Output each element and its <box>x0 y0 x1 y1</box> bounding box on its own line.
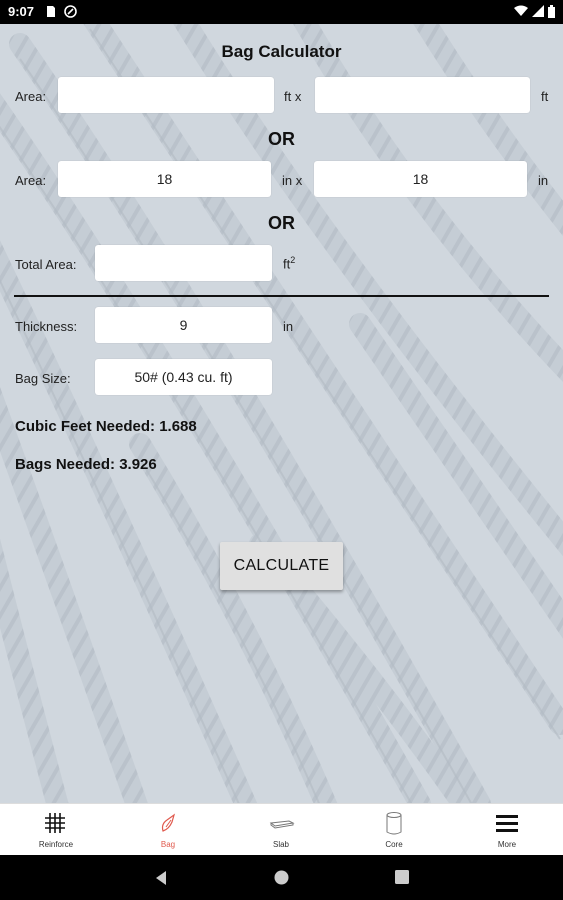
menu-icon <box>496 815 518 832</box>
calculator-screen: Bag Calculator Area: ft x ft OR Area: 18… <box>0 24 563 803</box>
width-feet-unit: ft <box>541 89 549 104</box>
nav-item-core[interactable]: Core <box>338 804 450 856</box>
total-area-unit-exponent: 2 <box>290 255 296 265</box>
page-title: Bag Calculator <box>221 42 342 61</box>
area-feet-label: Area: <box>15 89 47 104</box>
status-bar: 9:07 <box>0 0 563 24</box>
total-area-input[interactable] <box>95 245 272 281</box>
nav-item-more[interactable]: More <box>451 804 563 856</box>
total-area-unit: ft2 <box>283 255 295 271</box>
sim-card-icon <box>46 5 56 21</box>
nav-item-slab[interactable]: Slab <box>225 804 337 856</box>
thickness-unit: in <box>283 319 294 334</box>
nav-label-core: Core <box>385 840 403 849</box>
thickness-label: Thickness: <box>15 319 78 334</box>
bag-size-label: Bag Size: <box>15 371 71 386</box>
back-icon[interactable] <box>154 870 168 886</box>
nav-item-bag[interactable]: Bag <box>112 804 224 856</box>
total-area-label: Total Area: <box>15 257 77 272</box>
width-inches-unit: in <box>538 173 549 188</box>
wifi-icon <box>514 5 528 20</box>
nav-label-more: More <box>497 840 517 849</box>
nav-item-reinforce[interactable]: Reinforce <box>0 804 112 856</box>
length-inches-input[interactable]: 18 <box>58 161 271 197</box>
system-navigation-bar <box>0 855 563 900</box>
status-time: 9:07 <box>8 4 35 19</box>
bags-needed-result: Bags Needed: 3.926 <box>15 456 157 473</box>
nav-label-reinforce: Reinforce <box>38 840 74 849</box>
nav-label-bag: Bag <box>160 840 176 849</box>
nav-label-slab: Slab <box>272 840 289 849</box>
form: Bag Calculator Area: ft x ft OR Area: 18… <box>0 24 563 803</box>
bag-icon <box>161 813 176 832</box>
thickness-input[interactable]: 9 <box>95 307 272 343</box>
recents-icon[interactable] <box>395 870 409 884</box>
grid-icon <box>45 813 65 833</box>
section-divider <box>14 295 549 297</box>
signal-icon <box>532 5 544 20</box>
length-feet-unit: ft x <box>284 89 302 104</box>
slab-icon <box>269 820 295 829</box>
bag-size-select[interactable]: 50# (0.43 cu. ft) <box>95 359 272 395</box>
length-feet-input[interactable] <box>58 77 274 113</box>
or-separator-1: OR <box>268 129 295 149</box>
bottom-navigation: Reinforce Bag Slab Core More <box>0 803 563 856</box>
area-inches-label: Area: <box>15 173 47 188</box>
length-inches-unit: in x <box>282 173 303 188</box>
calculate-button[interactable]: CALCULATE <box>220 542 343 590</box>
battery-icon <box>548 5 555 21</box>
or-separator-2: OR <box>268 213 295 233</box>
width-inches-input[interactable]: 18 <box>314 161 527 197</box>
cubic-feet-result: Cubic Feet Needed: 1.688 <box>15 418 197 435</box>
cylinder-icon <box>386 812 402 835</box>
notification-icon <box>64 5 77 21</box>
width-feet-input[interactable] <box>315 77 530 113</box>
home-icon[interactable] <box>274 870 289 885</box>
